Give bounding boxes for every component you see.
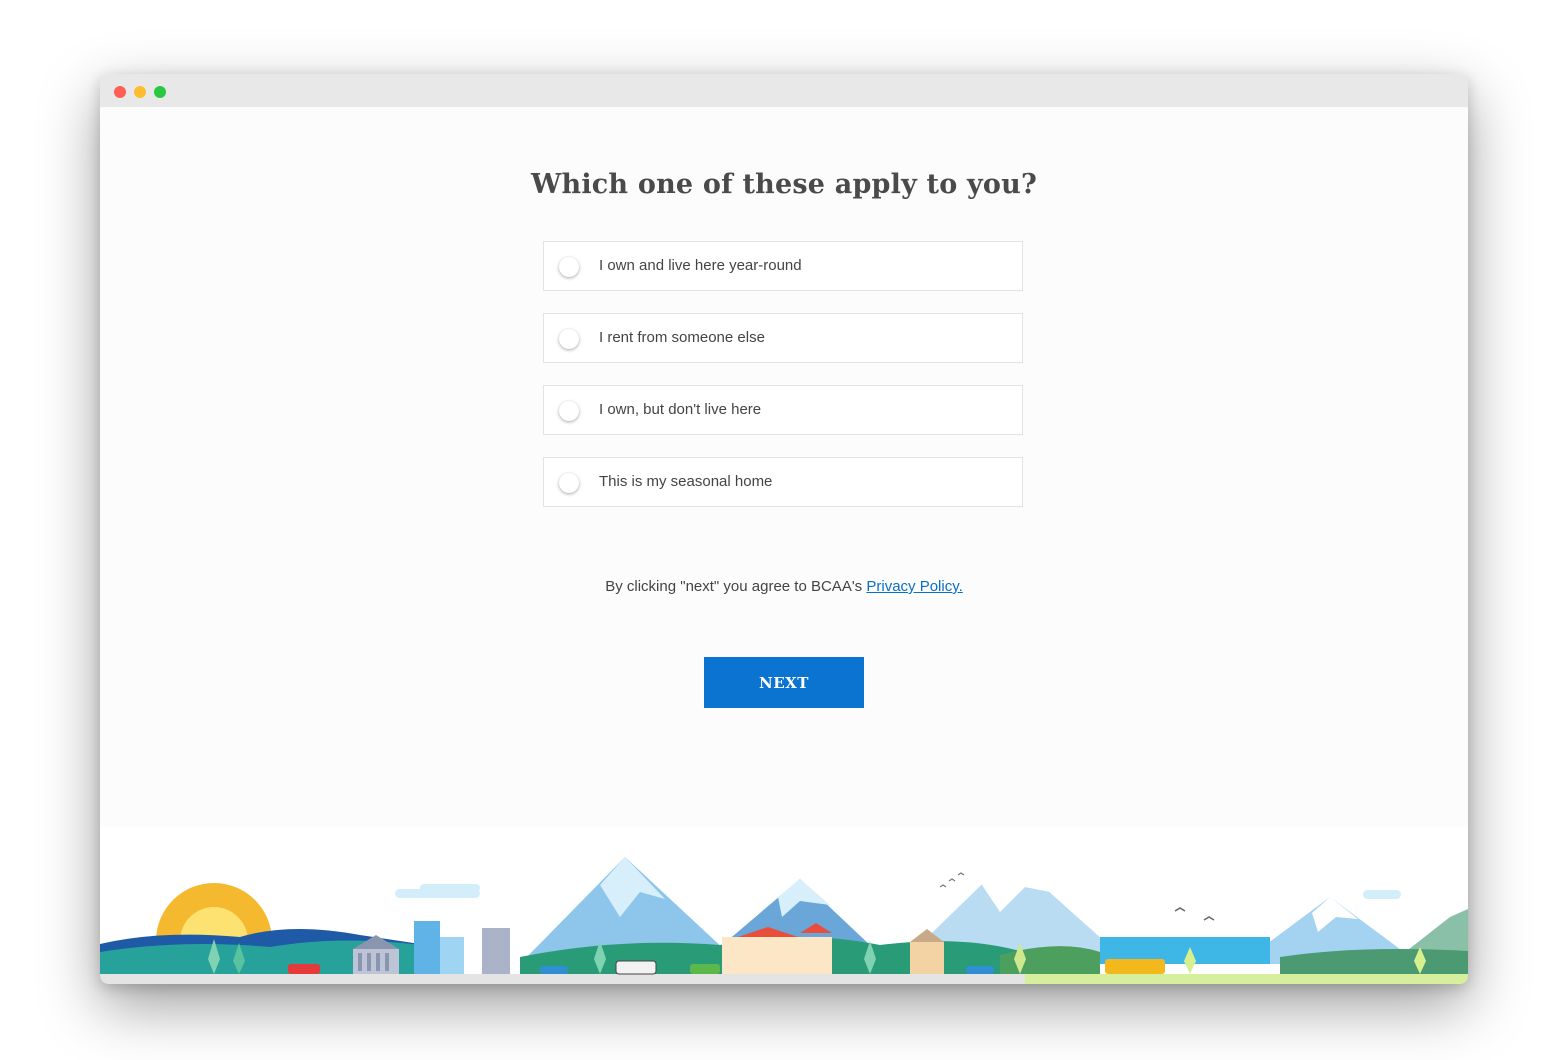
title-bar bbox=[100, 74, 1468, 107]
minimize-window-button[interactable] bbox=[134, 86, 146, 98]
next-button[interactable]: NEXT bbox=[704, 657, 864, 708]
radio-button[interactable] bbox=[559, 257, 579, 277]
browser-window: Which one of these apply to you? I own a… bbox=[100, 74, 1468, 984]
radio-button[interactable] bbox=[559, 401, 579, 421]
option-own-live[interactable]: I own and live here year-round bbox=[543, 241, 1023, 291]
close-window-button[interactable] bbox=[114, 86, 126, 98]
radio-button[interactable] bbox=[559, 473, 579, 493]
tow-truck-shape bbox=[615, 960, 657, 975]
apartment-building bbox=[482, 928, 510, 974]
option-label: I own, but don't live here bbox=[599, 401, 762, 418]
cloud-shape bbox=[420, 884, 480, 892]
maximize-window-button[interactable] bbox=[154, 86, 166, 98]
green-car-shape bbox=[690, 964, 720, 974]
option-rent[interactable]: I rent from someone else bbox=[543, 313, 1023, 363]
radio-button[interactable] bbox=[559, 329, 579, 349]
option-label: I own and live here year-round bbox=[599, 257, 802, 274]
option-seasonal[interactable]: This is my seasonal home bbox=[543, 457, 1023, 507]
blue-car-shape bbox=[540, 966, 568, 974]
option-own-not-live[interactable]: I own, but don't live here bbox=[543, 385, 1023, 435]
blue-car-shape bbox=[966, 966, 994, 974]
question-heading: Which one of these apply to you? bbox=[530, 169, 1037, 200]
office-building bbox=[440, 937, 464, 974]
office-tower-building bbox=[414, 921, 440, 974]
option-label: I rent from someone else bbox=[599, 329, 765, 346]
landscape-illustration bbox=[100, 827, 1468, 984]
grass-shape bbox=[1025, 974, 1468, 984]
privacy-consent-text: By clicking "next" you agree to BCAA's P… bbox=[100, 578, 1468, 595]
school-bus-shape bbox=[1105, 959, 1165, 974]
house-building bbox=[910, 942, 944, 974]
privacy-policy-link[interactable]: Privacy Policy. bbox=[866, 578, 962, 595]
consent-text: By clicking "next" you agree to BCAA's bbox=[605, 578, 867, 595]
option-label: This is my seasonal home bbox=[599, 473, 773, 490]
cloud-shape bbox=[1363, 890, 1401, 899]
village-houses bbox=[722, 937, 832, 974]
page-content: Which one of these apply to you? I own a… bbox=[100, 107, 1468, 984]
red-car-shape bbox=[288, 964, 320, 974]
